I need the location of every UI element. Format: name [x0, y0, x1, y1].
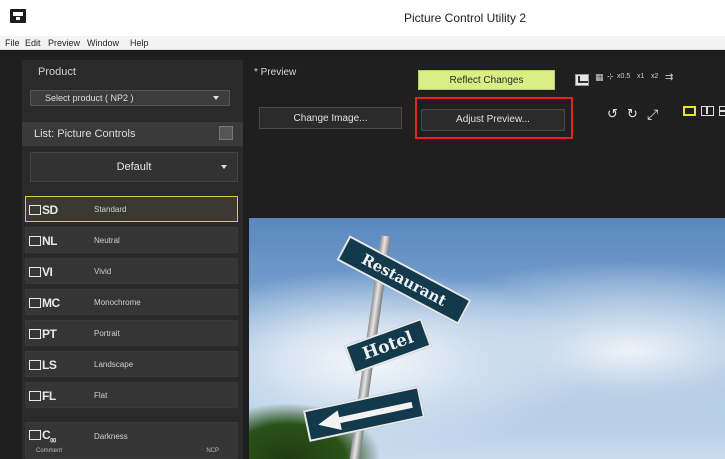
list-options-icon[interactable]: [219, 126, 233, 140]
fullscreen-icon[interactable]: ⤢: [647, 106, 658, 123]
change-image-button[interactable]: Change Image...: [259, 107, 402, 129]
left-panel: Product Select product ( NP2 ) List: Pic…: [22, 60, 243, 459]
ncp-badge: NCP: [206, 448, 219, 454]
menu-preview[interactable]: Preview: [48, 38, 80, 48]
single-view-icon[interactable]: [683, 106, 696, 116]
picture-control-name: Landscape: [94, 360, 134, 369]
picture-control-name: Darkness: [94, 432, 128, 441]
code-text: MC: [42, 296, 60, 310]
restaurant-sign: Restaurant: [336, 235, 472, 325]
picture-control-code: PT: [29, 327, 57, 341]
list-label: List: Picture Controls: [34, 128, 136, 140]
picture-control-name: Flat: [94, 391, 108, 400]
picture-control-name: Standard: [94, 205, 127, 214]
picture-control-icon: [29, 267, 41, 277]
reflect-changes-button[interactable]: Reflect Changes: [418, 70, 555, 90]
default-select-value: Default: [116, 161, 152, 173]
preview-panel: * Preview Reflect Changes ▦ ⊹ x0.5 x1 x2…: [249, 60, 725, 459]
preview-toolbar: ▦ ⊹ x0.5 x1 x2 ⇉: [571, 70, 725, 90]
picture-control-item-flat[interactable]: FL Flat: [25, 382, 238, 408]
picture-control-item-portrait[interactable]: PT Portrait: [25, 320, 238, 346]
product-label: Product: [38, 66, 76, 78]
compare-icon[interactable]: ⇉: [665, 72, 673, 88]
code-text: FL: [42, 389, 56, 403]
picture-control-name: Vivid: [94, 267, 112, 276]
window-title: Picture Control Utility 2: [403, 11, 527, 25]
picture-control-code: VI: [29, 265, 53, 279]
menu-edit[interactable]: Edit: [25, 38, 41, 48]
picture-control-icon: [29, 298, 41, 308]
picture-control-item-darkness[interactable]: C00 Darkness Comment NCP: [25, 422, 238, 459]
preview-image: Restaurant Hotel: [249, 218, 725, 459]
view-controls: ↺ ↻ ⤢: [587, 106, 725, 124]
code-text: VI: [42, 265, 53, 279]
menu-file[interactable]: File: [5, 38, 20, 48]
picture-control-code: LS: [29, 358, 57, 372]
picture-control-name: Portrait: [94, 329, 120, 338]
default-select[interactable]: Default: [30, 152, 238, 182]
arrow-left-icon: [316, 410, 342, 435]
picture-control-name: Monochrome: [94, 298, 141, 307]
code-text: SD: [42, 203, 58, 217]
comment-label: Comment: [36, 448, 63, 454]
picture-control-item-neutral[interactable]: NL Neutral: [25, 227, 238, 253]
picture-control-code: NL: [29, 234, 58, 248]
adjust-preview-button[interactable]: Adjust Preview...: [421, 109, 565, 131]
title-bar: Picture Control Utility 2: [0, 0, 725, 36]
menu-help[interactable]: Help: [130, 38, 149, 48]
code-text: C: [42, 428, 51, 442]
picture-control-icon: [29, 205, 41, 215]
zoom-2x[interactable]: x2: [651, 73, 658, 89]
zoom-1x[interactable]: x1: [637, 73, 644, 89]
product-select-value: Select product ( NP2 ): [45, 93, 134, 103]
chevron-down-icon: [213, 96, 219, 100]
picture-control-code: MC: [29, 296, 60, 310]
picture-control-item-vivid[interactable]: VI Vivid: [25, 258, 238, 284]
arrow-shaft: [337, 401, 413, 424]
picture-control-code: SD: [29, 203, 58, 217]
list-header: List: Picture Controls: [22, 122, 243, 146]
zoom-half[interactable]: x0.5: [617, 73, 630, 89]
hotel-sign: Hotel: [344, 317, 432, 375]
picture-control-icon: [29, 430, 41, 440]
grid-icon[interactable]: ▦: [595, 72, 604, 88]
preview-label: * Preview: [254, 67, 297, 78]
product-select[interactable]: Select product ( NP2 ): [30, 90, 230, 106]
picture-control-name: Neutral: [94, 236, 120, 245]
code-text: PT: [42, 327, 57, 341]
histogram-icon[interactable]: [575, 74, 589, 86]
picture-control-code: C00: [29, 428, 56, 444]
picture-control-icon: [29, 391, 41, 401]
rotate-right-icon[interactable]: ↻: [627, 106, 638, 122]
code-text: NL: [42, 234, 58, 248]
picture-control-item-landscape[interactable]: LS Landscape: [25, 351, 238, 377]
picture-control-item-monochrome[interactable]: MC Monochrome: [25, 289, 238, 315]
picture-control-icon: [29, 236, 41, 246]
picture-control-item-standard[interactable]: SD Standard: [25, 196, 238, 222]
picture-control-code: FL: [29, 389, 56, 403]
code-text: LS: [42, 358, 57, 372]
split-view-icon[interactable]: [701, 106, 714, 116]
picture-control-icon: [29, 329, 41, 339]
chevron-down-icon: [221, 165, 227, 169]
menu-bar: File Edit Preview Window Help: [0, 36, 725, 50]
menu-window[interactable]: Window: [87, 38, 119, 48]
picture-control-icon: [29, 360, 41, 370]
code-subscript: 00: [50, 438, 56, 445]
fit-icon[interactable]: ⊹: [607, 72, 614, 88]
rotate-left-icon[interactable]: ↺: [607, 106, 618, 122]
split-horizontal-icon[interactable]: [719, 106, 725, 116]
main-area: Product Select product ( NP2 ) List: Pic…: [0, 50, 725, 459]
